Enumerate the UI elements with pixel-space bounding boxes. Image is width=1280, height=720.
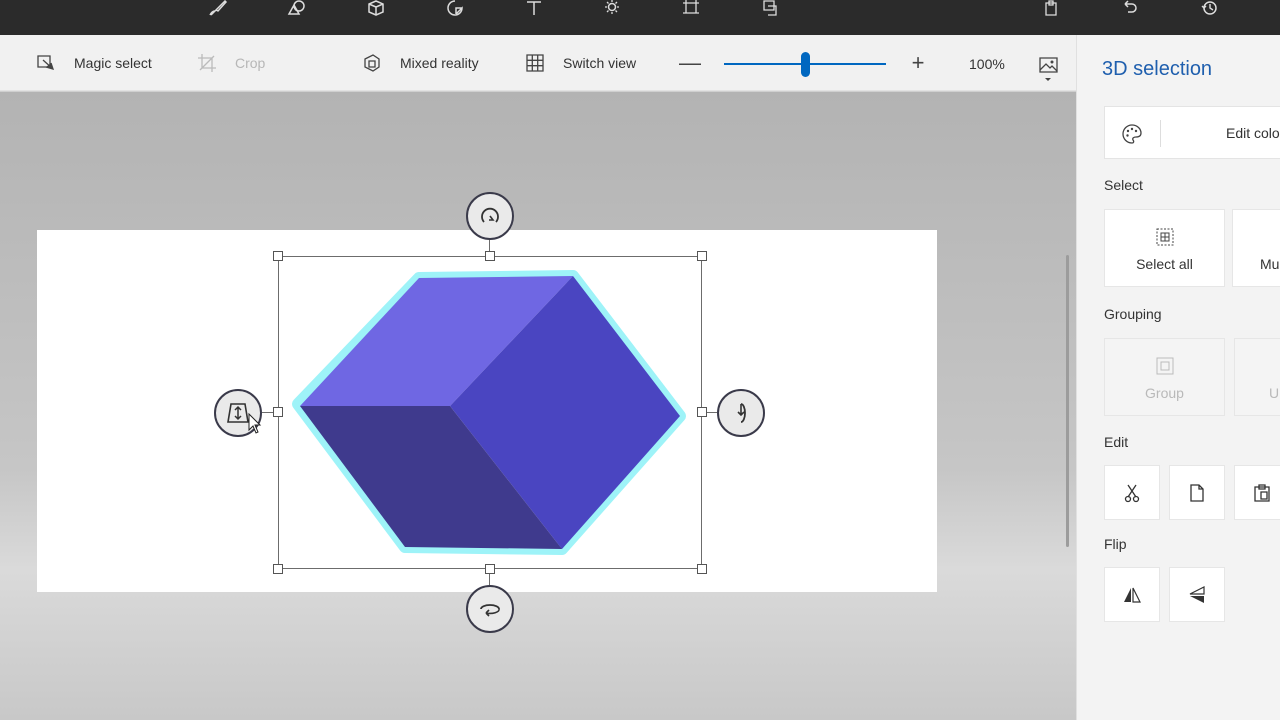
magic-select-button[interactable]: Magic select: [36, 35, 152, 91]
crop-button[interactable]: Crop: [197, 35, 265, 91]
resize-handle-top-right[interactable]: [697, 251, 707, 261]
paste-icon[interactable]: [1038, 0, 1064, 18]
select-all-label: Select all: [1136, 256, 1193, 272]
mouse-cursor-icon: [248, 413, 262, 434]
resize-handle-left[interactable]: [273, 407, 283, 417]
rotate-z-button[interactable]: [466, 192, 514, 240]
edit-color-label: Edit colou: [1226, 125, 1280, 141]
flip-section-label: Flip: [1104, 536, 1127, 552]
copy-icon: [1190, 483, 1204, 502]
ungroup-label: U: [1269, 385, 1280, 401]
resize-handle-top[interactable]: [485, 251, 495, 261]
resize-handle-bottom-right[interactable]: [697, 564, 707, 574]
zoom-level-value: 100%: [969, 56, 1005, 72]
crop-label: Crop: [235, 55, 266, 71]
history-icon[interactable]: [1196, 0, 1222, 18]
resize-handle-right[interactable]: [697, 407, 707, 417]
switch-view-label: Switch view: [563, 55, 637, 71]
multi-select-label: Mu: [1260, 256, 1280, 272]
text-icon[interactable]: [521, 0, 547, 18]
crop-icon: [198, 54, 216, 72]
resize-handle-top-left[interactable]: [273, 251, 283, 261]
vertical-scrollbar[interactable]: [1066, 255, 1069, 547]
group-icon: [1156, 357, 1173, 375]
select-all-button[interactable]: Select all: [1104, 209, 1225, 287]
rotate-x-button[interactable]: [717, 389, 765, 437]
rotate-vertical-icon: [737, 403, 746, 423]
view-toolbar: Magic select Crop Mixed reality Switch v…: [0, 35, 1076, 91]
clipboard-icon: [1254, 483, 1270, 502]
flip-vertical-button[interactable]: [1169, 567, 1225, 622]
top-menu-bar: [0, 0, 1280, 35]
magic-select-icon: [37, 55, 55, 70]
grid-icon: [526, 54, 544, 72]
rotate-horizontal-icon: [480, 604, 500, 617]
3d-shapes-icon[interactable]: [363, 0, 389, 18]
edit-color-divider: [1160, 120, 1161, 147]
3d-library-icon[interactable]: [757, 0, 783, 18]
select-section-label: Select: [1104, 177, 1143, 193]
flip-vertical-icon: [1189, 585, 1205, 603]
brush-icon[interactable]: [205, 0, 231, 18]
background-image-icon[interactable]: [1038, 56, 1060, 82]
mixed-reality-button[interactable]: Mixed reality: [362, 35, 479, 91]
magic-select-label: Magic select: [74, 55, 152, 71]
switch-view-button[interactable]: Switch view: [525, 35, 636, 91]
resize-handle-bottom-left[interactable]: [273, 564, 283, 574]
ungroup-button[interactable]: U: [1234, 338, 1280, 416]
grouping-section-label: Grouping: [1104, 306, 1162, 322]
stickers-icon[interactable]: [442, 0, 468, 18]
multi-select-button[interactable]: Mu: [1232, 209, 1280, 287]
copy-button[interactable]: [1169, 465, 1225, 520]
undo-icon[interactable]: [1117, 0, 1143, 18]
selection-box[interactable]: [278, 256, 702, 569]
scissors-icon: [1124, 484, 1140, 502]
cut-button[interactable]: [1104, 465, 1160, 520]
zoom-in-button[interactable]: +: [907, 50, 929, 75]
zoom-out-button[interactable]: —: [679, 50, 701, 75]
group-label: Group: [1145, 385, 1184, 401]
edit-section-label: Edit: [1104, 434, 1129, 450]
2d-shapes-icon[interactable]: [284, 0, 310, 18]
mixed-reality-label: Mixed reality: [400, 55, 479, 71]
canvas-icon[interactable]: [678, 0, 704, 18]
panel-title: 3D selection: [1102, 58, 1213, 80]
group-button[interactable]: Group: [1104, 338, 1225, 416]
flip-horizontal-button[interactable]: [1104, 567, 1160, 622]
selection-side-panel: 3D selection Edit colou Select Select al…: [1076, 35, 1280, 720]
paste-button[interactable]: [1234, 465, 1280, 520]
palette-icon: [1122, 124, 1142, 144]
select-all-icon: [1156, 228, 1173, 246]
mixed-reality-icon: [364, 54, 380, 72]
rotate-y-button[interactable]: [466, 585, 514, 633]
edit-color-button[interactable]: Edit colou: [1104, 106, 1280, 159]
flip-horizontal-icon: [1124, 587, 1141, 603]
effects-icon[interactable]: [599, 0, 625, 18]
rotate-clockwise-icon: [481, 207, 499, 223]
resize-handle-bottom[interactable]: [485, 564, 495, 574]
zoom-slider-thumb[interactable]: [800, 52, 810, 77]
